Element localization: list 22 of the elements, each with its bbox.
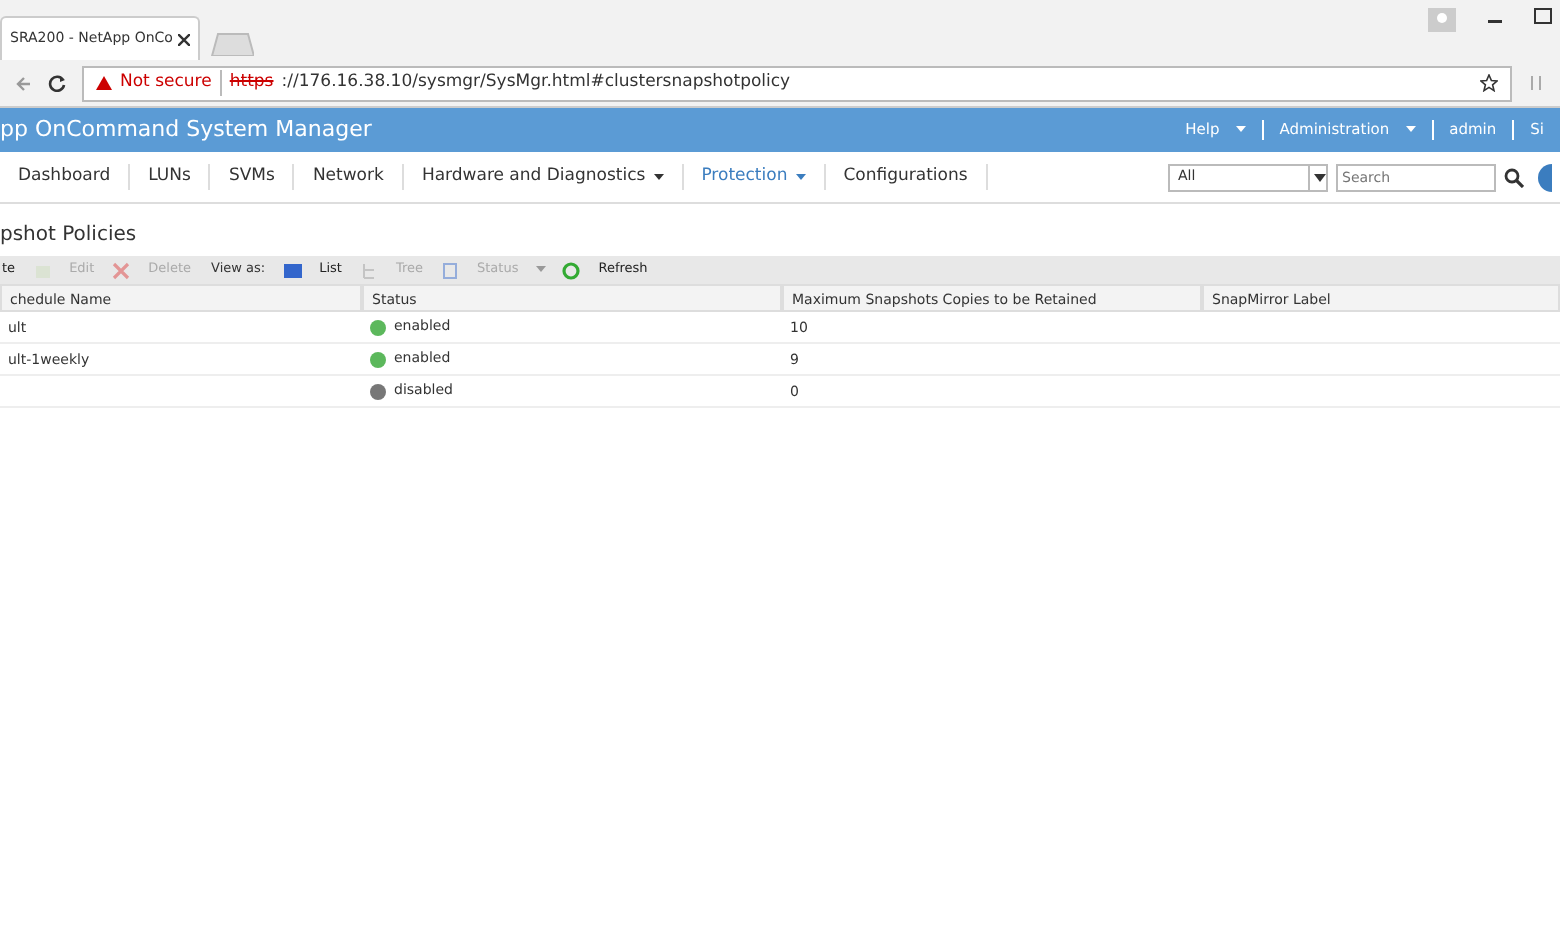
page-title: pshot Policies [0,222,139,250]
nav-tab[interactable]: Network [312,164,384,190]
new-tab-icon[interactable] [206,32,254,56]
maximize-icon[interactable] [1534,8,1552,24]
nav-tab[interactable]: Protection [701,164,788,190]
star-icon[interactable] [1480,74,1498,92]
caret-icon[interactable] [1308,165,1326,189]
caret-icon[interactable] [653,173,664,181]
search-icon[interactable] [1504,167,1524,187]
nav-tab[interactable]: LUNs [148,164,191,190]
nav-tab[interactable]: Hardware and Diagnostics [421,164,646,190]
warning-icon [96,76,112,90]
app-title: pp OnCommand System Manager [0,113,372,146]
nav-tab[interactable]: Dashboard [18,164,111,190]
close-icon[interactable] [178,33,190,45]
user-icon[interactable] [1428,8,1456,32]
nav-tab[interactable]: SVMs [228,164,275,190]
reload-icon[interactable] [48,74,66,92]
refresh-icon[interactable] [562,261,581,279]
back-icon[interactable] [16,75,32,91]
address-bar[interactable]: Not secure https ://176.16.38.10/sysmgr/SysMgr.html#clustersnapshotpolicy [82,65,1512,101]
nav-tab[interactable]: Configurations [843,164,968,190]
